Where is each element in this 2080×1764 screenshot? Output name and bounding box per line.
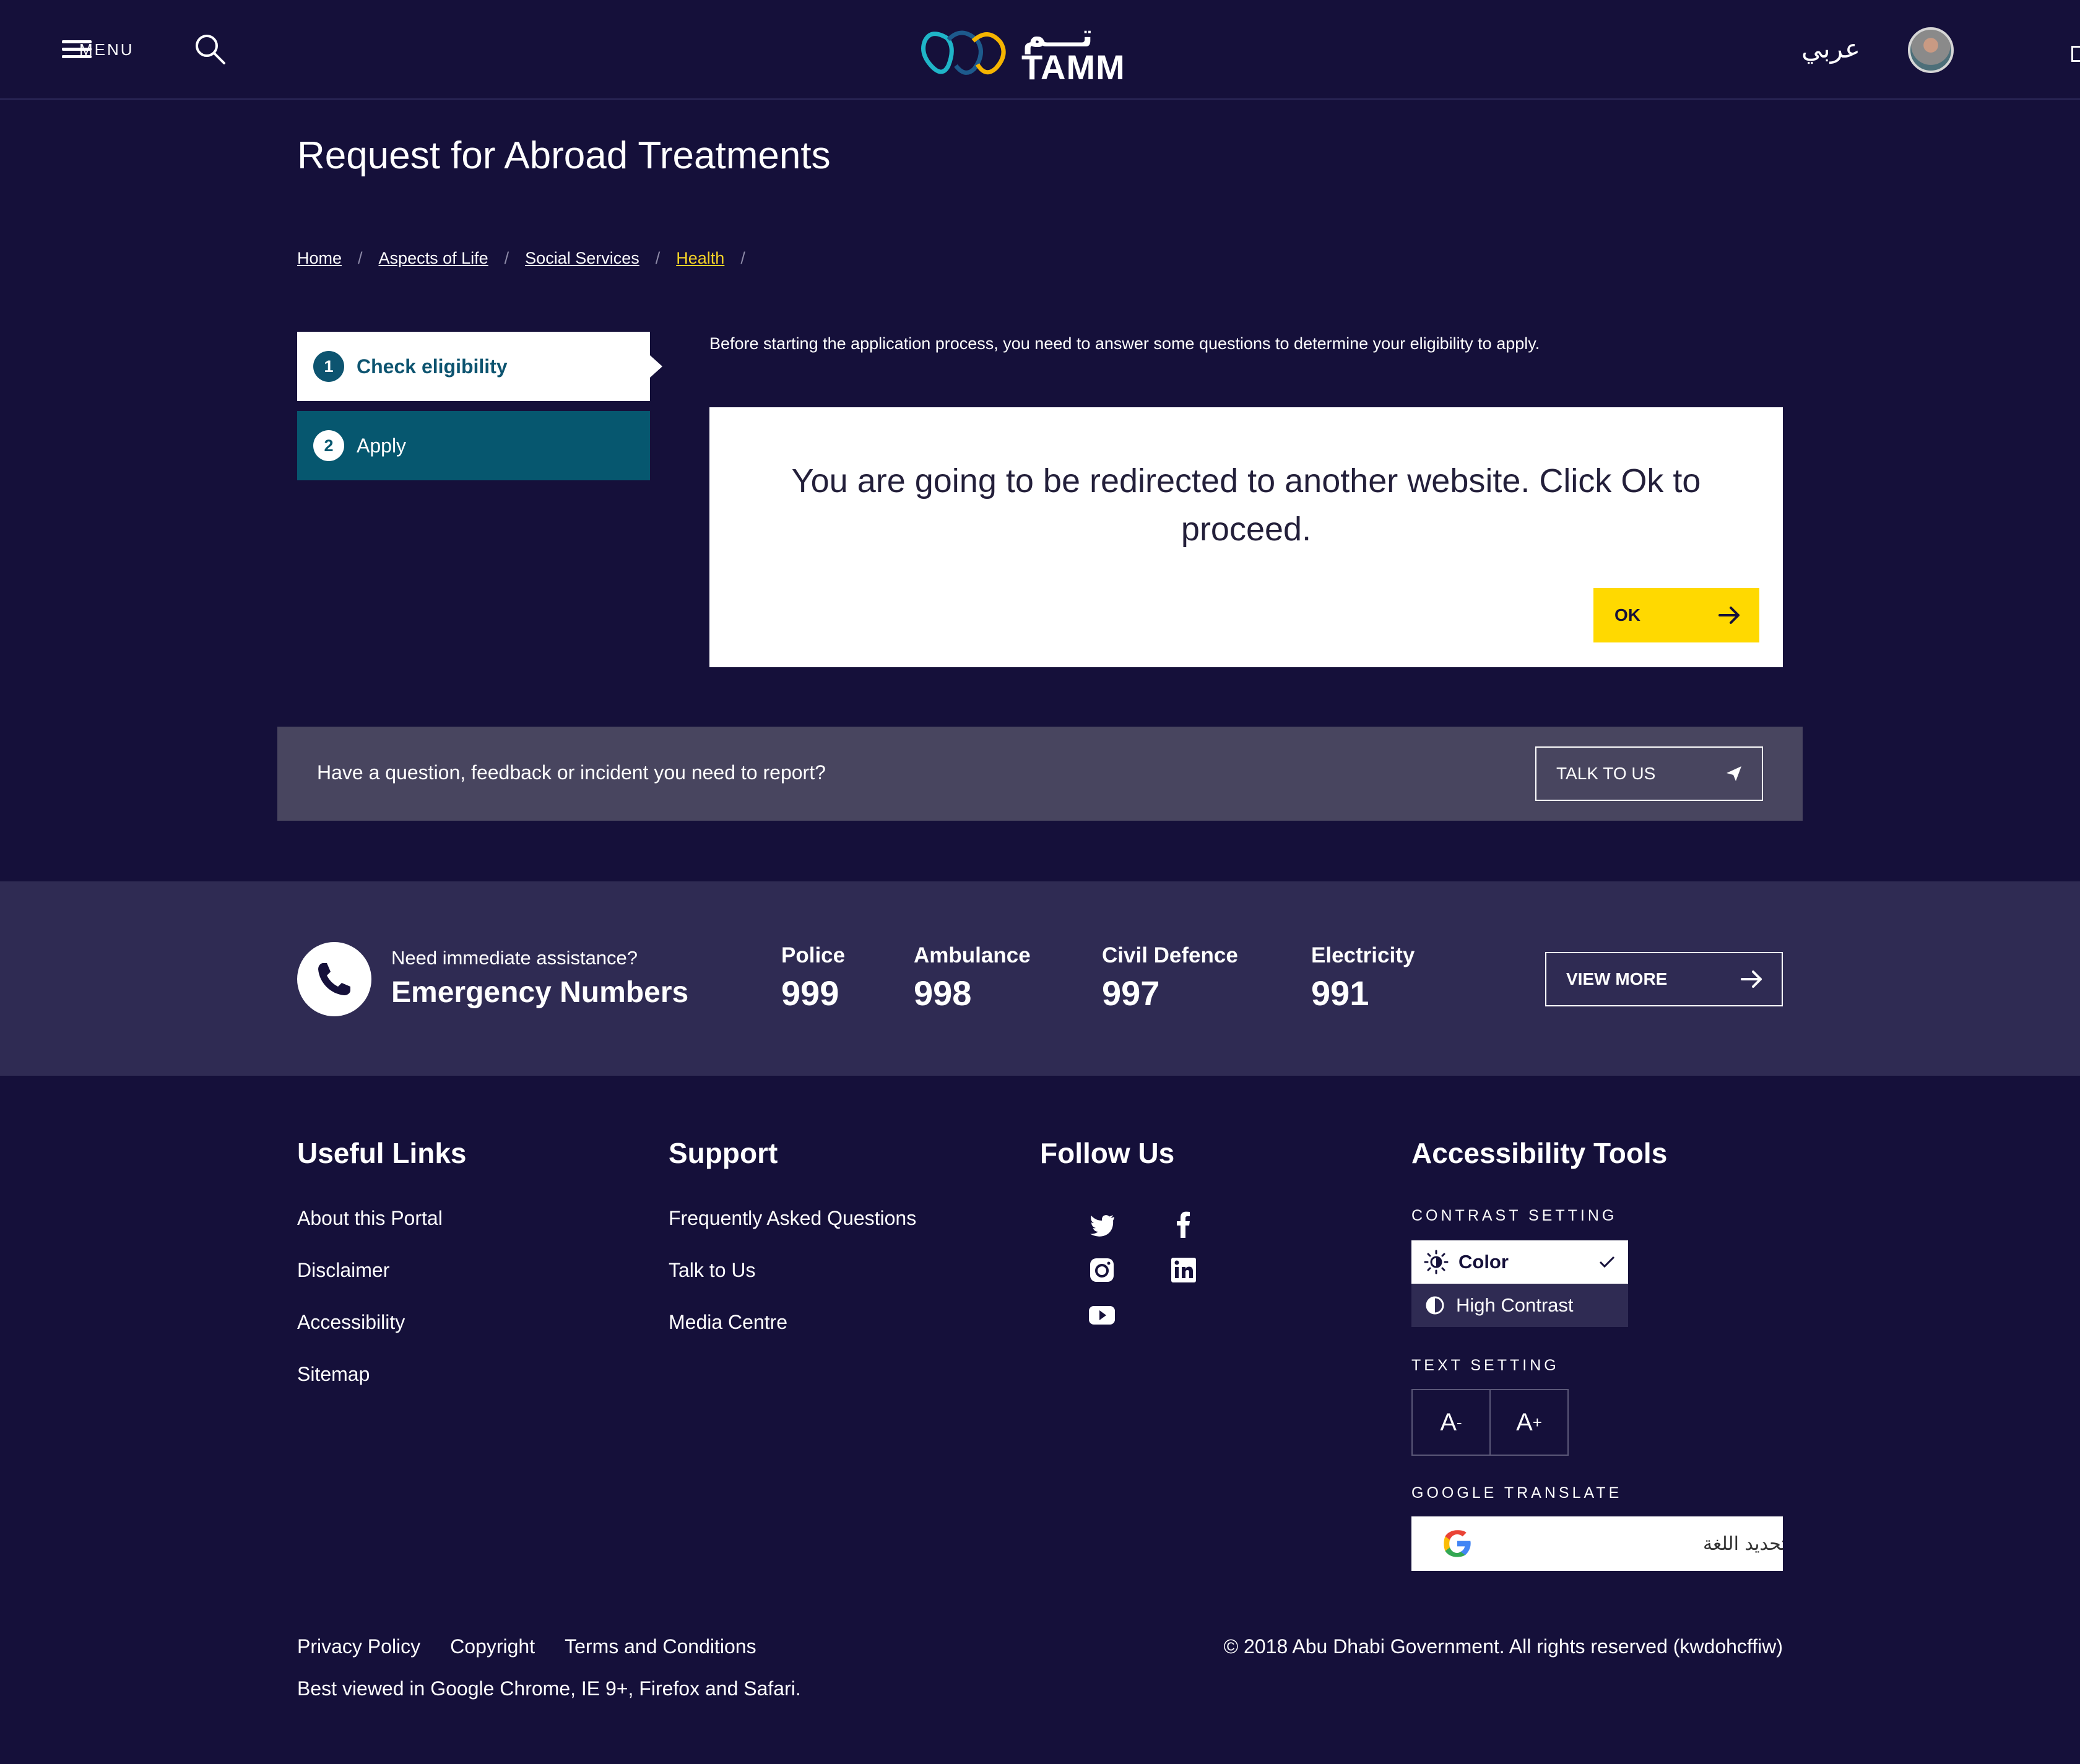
breadcrumb-separator: / [358,249,363,267]
brand-name: TAMM [1021,48,1125,87]
browser-support-note: Best viewed in Google Chrome, IE 9+, Fir… [297,1677,801,1700]
redirect-notice-card: You are going to be redirected to anothe… [709,407,1783,667]
step-number-badge: 2 [313,430,344,461]
google-icon [1444,1530,1471,1557]
emergency-label: Electricity [1311,943,1415,967]
feedback-prompt: Have a question, feedback or incident yo… [317,761,826,784]
arrow-right-icon [1718,607,1740,624]
privacy-policy-link[interactable]: Privacy Policy [297,1635,420,1658]
increase-text-button[interactable]: A + [1489,1390,1567,1455]
translate-placeholder: تحديد اللغة [1702,1533,1783,1555]
breadcrumb-home[interactable]: Home [297,249,342,268]
emergency-number: 999 [781,974,839,1013]
emergency-title: Emergency Numbers [391,976,689,1009]
facebook-icon[interactable] [1169,1209,1198,1239]
view-more-button[interactable]: VIEW MORE [1545,952,1783,1006]
text-size-controls: A- A + [1411,1389,1569,1456]
breadcrumb-separator: / [740,249,745,267]
footer-link-disclaimer[interactable]: Disclaimer [297,1259,389,1282]
contrast-option-label: High Contrast [1456,1294,1574,1316]
footer-link-faq[interactable]: Frequently Asked Questions [669,1207,916,1230]
text-setting-label: TEXT SETTING [1411,1357,1559,1374]
send-icon [1727,766,1741,781]
contrast-option-color[interactable]: Color [1411,1240,1628,1284]
decrease-text-button[interactable]: A- [1413,1390,1489,1455]
language-toggle[interactable]: عربي [1801,33,1860,64]
feedback-bar: Have a question, feedback or incident yo… [277,727,1803,821]
instagram-icon[interactable] [1087,1255,1117,1285]
emergency-label: Civil Defence [1102,943,1238,967]
talk-to-us-button[interactable]: TALK TO US [1535,746,1763,801]
step-apply[interactable]: 2 Apply [297,411,650,480]
emergency-numbers-bar: Need immediate assistance? Emergency Num… [0,881,2080,1076]
breadcrumb-separator: / [655,249,661,267]
linkedin-icon[interactable] [1169,1255,1198,1285]
breadcrumb-health[interactable]: Health [676,249,724,268]
eligibility-intro: Before starting the application process,… [709,334,1540,353]
breadcrumb: Home / Aspects of Life / Social Services… [297,249,761,268]
follow-us-title: Follow Us [1040,1137,1175,1169]
tamm-logo[interactable]: تـــم TAMM [919,18,1129,87]
ok-button[interactable]: OK [1593,588,1759,642]
support-title: Support [669,1137,778,1169]
contrast-icon [1426,1296,1444,1315]
google-translate-select[interactable]: تحديد اللغة [1411,1516,1783,1571]
site-header: MENU تـــم TAMM عربي [0,0,2080,100]
twitter-icon[interactable] [1087,1209,1117,1239]
useful-links-title: Useful Links [297,1137,467,1169]
checkmark-icon [1599,1256,1615,1268]
step-number-badge: 1 [313,351,344,382]
contrast-option-high-contrast[interactable]: High Contrast [1411,1284,1628,1327]
breadcrumb-aspects-of-life[interactable]: Aspects of Life [379,249,488,268]
avatar[interactable] [1908,27,1954,73]
emergency-label: Ambulance [914,943,1031,967]
contrast-option-label: Color [1458,1251,1509,1273]
emergency-number: 991 [1311,974,1369,1013]
step-check-eligibility[interactable]: 1 Check eligibility [297,332,650,401]
youtube-icon[interactable] [1087,1300,1117,1329]
accessibility-tools-title: Accessibility Tools [1411,1137,1668,1169]
page-title: Request for Abroad Treatments [297,134,831,177]
legal-links: Privacy Policy Copyright Terms and Condi… [297,1635,786,1658]
view-more-label: VIEW MORE [1566,969,1668,988]
step-label: Check eligibility [357,355,508,378]
tamm-logo-mark [921,30,1006,75]
footer-link-media-centre[interactable]: Media Centre [669,1311,787,1334]
ok-label: OK [1614,605,1640,625]
search-icon[interactable] [193,32,228,67]
contrast-setting-label: CONTRAST SETTING [1411,1207,1618,1224]
breadcrumb-social-services[interactable]: Social Services [525,249,639,268]
emergency-electricity: Electricity 991 [1311,943,1415,1013]
active-step-pointer [650,355,662,378]
emergency-civil-defence: Civil Defence 997 [1102,943,1238,1013]
emergency-number: 998 [914,974,972,1013]
phone-icon [297,942,371,1016]
brightness-icon [1424,1250,1449,1274]
copyright-text: © 2018 Abu Dhabi Government. All rights … [1223,1635,1783,1658]
emergency-number: 997 [1102,974,1160,1013]
assistance-label: Need immediate assistance? [391,947,638,969]
talk-to-us-label: TALK TO US [1556,764,1656,783]
overflow-edge-icon [2071,46,2080,62]
google-translate-label: GOOGLE TRANSLATE [1411,1484,1623,1502]
hamburger-icon [62,39,92,60]
footer-link-about[interactable]: About this Portal [297,1207,443,1230]
arrow-right-icon [1741,971,1762,988]
emergency-ambulance: Ambulance 998 [914,943,1031,1013]
footer-link-talk-to-us[interactable]: Talk to Us [669,1259,755,1282]
menu-button[interactable]: MENU [62,36,142,63]
emergency-police: Police 999 [781,943,845,1013]
footer-link-accessibility[interactable]: Accessibility [297,1311,405,1334]
footer-link-sitemap[interactable]: Sitemap [297,1363,370,1386]
terms-link[interactable]: Terms and Conditions [565,1635,756,1658]
copyright-link[interactable]: Copyright [450,1635,535,1658]
emergency-label: Police [781,943,846,967]
step-label: Apply [357,434,407,457]
redirect-message: You are going to be redirected to anothe… [791,462,1701,548]
breadcrumb-separator: / [504,249,509,267]
